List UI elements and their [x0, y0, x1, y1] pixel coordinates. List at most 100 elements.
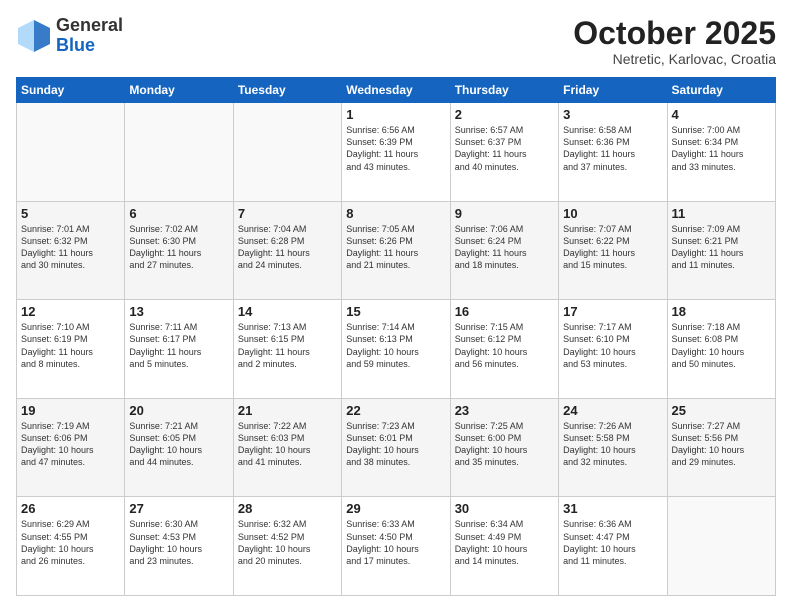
- day-number: 22: [346, 403, 445, 418]
- day-info: Sunrise: 6:29 AM Sunset: 4:55 PM Dayligh…: [21, 518, 120, 567]
- day-number: 18: [672, 304, 771, 319]
- day-info: Sunrise: 6:32 AM Sunset: 4:52 PM Dayligh…: [238, 518, 337, 567]
- table-row: 18Sunrise: 7:18 AM Sunset: 6:08 PM Dayli…: [667, 300, 775, 399]
- day-number: 13: [129, 304, 228, 319]
- day-info: Sunrise: 7:07 AM Sunset: 6:22 PM Dayligh…: [563, 223, 662, 272]
- day-number: 7: [238, 206, 337, 221]
- header-saturday: Saturday: [667, 78, 775, 103]
- table-row: 5 Sunrise: 7:01 AM Sunset: 6:32 PM Daylig…: [17, 201, 125, 300]
- month-title: October 2025: [573, 16, 776, 51]
- day-number: 31: [563, 501, 662, 516]
- table-row: 1 Sunrise: 6:56 AM Sunset: 6:39 PM Daylig…: [342, 103, 450, 202]
- day-number: 25: [672, 403, 771, 418]
- table-row: [233, 103, 341, 202]
- logo-blue: Blue: [56, 35, 95, 55]
- logo-text: General Blue: [56, 16, 123, 56]
- day-number: 5: [21, 206, 120, 221]
- day-info: Sunrise: 6:57 AM Sunset: 6:37 PM Dayligh…: [455, 124, 554, 173]
- header-wednesday: Wednesday: [342, 78, 450, 103]
- day-info: Sunrise: 7:01 AM Sunset: 6:32 PM Dayligh…: [21, 223, 120, 272]
- day-number: 23: [455, 403, 554, 418]
- table-row: 27Sunrise: 6:30 AM Sunset: 4:53 PM Dayli…: [125, 497, 233, 596]
- table-row: 13 Sunrise: 7:11 AM Sunset: 6:17 PM Dayli…: [125, 300, 233, 399]
- day-number: 8: [346, 206, 445, 221]
- day-info: Sunrise: 6:36 AM Sunset: 4:47 PM Dayligh…: [563, 518, 662, 567]
- day-info: Sunrise: 7:04 AM Sunset: 6:28 PM Dayligh…: [238, 223, 337, 272]
- day-info: Sunrise: 7:27 AM Sunset: 5:56 PM Dayligh…: [672, 420, 771, 469]
- table-row: 28Sunrise: 6:32 AM Sunset: 4:52 PM Dayli…: [233, 497, 341, 596]
- table-row: 15 Sunrise: 7:14 AM Sunset: 6:13 PM Dayli…: [342, 300, 450, 399]
- table-row: 4 Sunrise: 7:00 AM Sunset: 6:34 PM Daylig…: [667, 103, 775, 202]
- location: Netretic, Karlovac, Croatia: [573, 51, 776, 67]
- table-row: 26 Sunrise: 6:29 AM Sunset: 4:55 PM Dayli…: [17, 497, 125, 596]
- day-info: Sunrise: 7:13 AM Sunset: 6:15 PM Dayligh…: [238, 321, 337, 370]
- table-row: 8 Sunrise: 7:05 AM Sunset: 6:26 PM Daylig…: [342, 201, 450, 300]
- day-info: Sunrise: 7:09 AM Sunset: 6:21 PM Dayligh…: [672, 223, 771, 272]
- table-row: 21 Sunrise: 7:22 AM Sunset: 6:03 PM Dayli…: [233, 398, 341, 497]
- day-number: 30: [455, 501, 554, 516]
- header-tuesday: Tuesday: [233, 78, 341, 103]
- table-row: 23 Sunrise: 7:25 AM Sunset: 6:00 PM Dayli…: [450, 398, 558, 497]
- day-number: 11: [672, 206, 771, 221]
- table-row: 30Sunrise: 6:34 AM Sunset: 4:49 PM Dayli…: [450, 497, 558, 596]
- day-info: Sunrise: 7:06 AM Sunset: 6:24 PM Dayligh…: [455, 223, 554, 272]
- day-info: Sunrise: 7:11 AM Sunset: 6:17 PM Dayligh…: [129, 321, 228, 370]
- table-row: 19Sunrise: 7:19 AM Sunset: 6:06 PM Dayli…: [17, 398, 125, 497]
- day-number: 10: [563, 206, 662, 221]
- table-row: 31 Sunrise: 6:36 AM Sunset: 4:47 PM Dayli…: [559, 497, 667, 596]
- table-row: 25 Sunrise: 7:27 AM Sunset: 5:56 PM Dayli…: [667, 398, 775, 497]
- day-info: Sunrise: 6:56 AM Sunset: 6:39 PM Dayligh…: [346, 124, 445, 173]
- table-row: [17, 103, 125, 202]
- day-info: Sunrise: 7:25 AM Sunset: 6:00 PM Dayligh…: [455, 420, 554, 469]
- day-info: Sunrise: 7:22 AM Sunset: 6:03 PM Dayligh…: [238, 420, 337, 469]
- day-number: 29: [346, 501, 445, 516]
- day-info: Sunrise: 7:05 AM Sunset: 6:26 PM Dayligh…: [346, 223, 445, 272]
- table-row: 20 Sunrise: 7:21 AM Sunset: 6:05 PM Dayli…: [125, 398, 233, 497]
- day-number: 9: [455, 206, 554, 221]
- day-number: 4: [672, 107, 771, 122]
- day-info: Sunrise: 7:14 AM Sunset: 6:13 PM Dayligh…: [346, 321, 445, 370]
- table-row: 9 Sunrise: 7:06 AM Sunset: 6:24 PM Daylig…: [450, 201, 558, 300]
- table-row: 11 Sunrise: 7:09 AM Sunset: 6:21 PM Dayli…: [667, 201, 775, 300]
- day-info: Sunrise: 7:00 AM Sunset: 6:34 PM Dayligh…: [672, 124, 771, 173]
- day-number: 21: [238, 403, 337, 418]
- day-info: Sunrise: 7:21 AM Sunset: 6:05 PM Dayligh…: [129, 420, 228, 469]
- table-row: 17 Sunrise: 7:17 AM Sunset: 6:10 PM Dayli…: [559, 300, 667, 399]
- header-thursday: Thursday: [450, 78, 558, 103]
- table-row: 24Sunrise: 7:26 AM Sunset: 5:58 PM Dayli…: [559, 398, 667, 497]
- day-number: 20: [129, 403, 228, 418]
- table-row: 6Sunrise: 7:02 AM Sunset: 6:30 PM Daylig…: [125, 201, 233, 300]
- day-number: 14: [238, 304, 337, 319]
- day-info: Sunrise: 6:33 AM Sunset: 4:50 PM Dayligh…: [346, 518, 445, 567]
- day-number: 3: [563, 107, 662, 122]
- header-monday: Monday: [125, 78, 233, 103]
- day-info: Sunrise: 7:10 AM Sunset: 6:19 PM Dayligh…: [21, 321, 120, 370]
- day-number: 15: [346, 304, 445, 319]
- table-row: 16Sunrise: 7:15 AM Sunset: 6:12 PM Dayli…: [450, 300, 558, 399]
- calendar-table: Sunday Monday Tuesday Wednesday Thursday…: [16, 77, 776, 596]
- calendar-page: General Blue October 2025 Netretic, Karl…: [0, 0, 792, 612]
- calendar-week-row: 1 Sunrise: 6:56 AM Sunset: 6:39 PM Daylig…: [17, 103, 776, 202]
- table-row: 3Sunrise: 6:58 AM Sunset: 6:36 PM Daylig…: [559, 103, 667, 202]
- table-row: [125, 103, 233, 202]
- header-friday: Friday: [559, 78, 667, 103]
- table-row: 14 Sunrise: 7:13 AM Sunset: 6:15 PM Dayli…: [233, 300, 341, 399]
- table-row: 29 Sunrise: 6:33 AM Sunset: 4:50 PM Dayli…: [342, 497, 450, 596]
- day-info: Sunrise: 7:17 AM Sunset: 6:10 PM Dayligh…: [563, 321, 662, 370]
- day-number: 2: [455, 107, 554, 122]
- day-info: Sunrise: 7:19 AM Sunset: 6:06 PM Dayligh…: [21, 420, 120, 469]
- table-row: 7 Sunrise: 7:04 AM Sunset: 6:28 PM Daylig…: [233, 201, 341, 300]
- table-row: 22 Sunrise: 7:23 AM Sunset: 6:01 PM Dayli…: [342, 398, 450, 497]
- day-info: Sunrise: 7:23 AM Sunset: 6:01 PM Dayligh…: [346, 420, 445, 469]
- day-number: 24: [563, 403, 662, 418]
- day-number: 17: [563, 304, 662, 319]
- day-number: 12: [21, 304, 120, 319]
- title-block: October 2025 Netretic, Karlovac, Croatia: [573, 16, 776, 67]
- day-number: 6: [129, 206, 228, 221]
- weekday-header-row: Sunday Monday Tuesday Wednesday Thursday…: [17, 78, 776, 103]
- day-number: 1: [346, 107, 445, 122]
- day-number: 26: [21, 501, 120, 516]
- calendar-week-row: 5 Sunrise: 7:01 AM Sunset: 6:32 PM Daylig…: [17, 201, 776, 300]
- day-number: 27: [129, 501, 228, 516]
- table-row: [667, 497, 775, 596]
